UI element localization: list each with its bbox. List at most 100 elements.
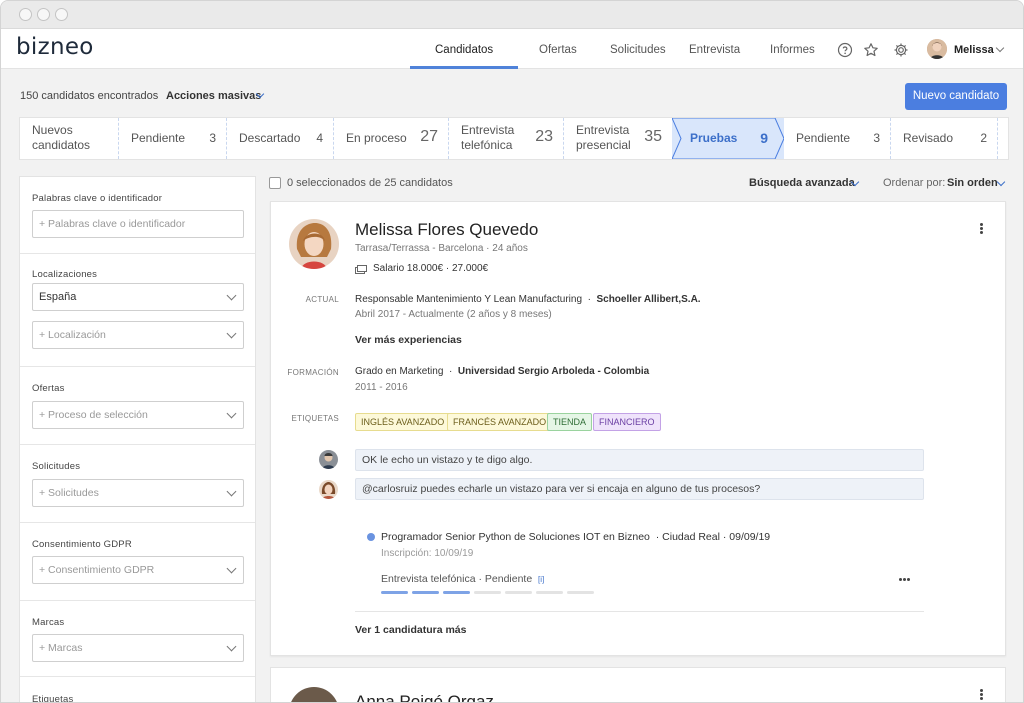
stage-count: 23 — [535, 128, 553, 145]
candidate-card[interactable]: Melissa Flores Quevedo Tarrasa/Terrassa … — [270, 201, 1006, 656]
application-title-row: Programador Senior Python de Soluciones … — [381, 531, 770, 543]
application-title[interactable]: Programador Senior Python de Soluciones … — [381, 531, 650, 543]
current-label: ACTUAL — [305, 295, 339, 304]
nav-informes[interactable]: Informes — [770, 44, 815, 56]
gdpr-select[interactable]: + Consentimiento GDPR — [32, 556, 244, 584]
stage-label: Pendiente — [131, 131, 186, 145]
chevron-down-icon — [996, 177, 1006, 187]
nav-ofertas[interactable]: Ofertas — [539, 44, 577, 56]
commenter-avatar — [319, 480, 338, 499]
card-menu-icon — [980, 231, 983, 234]
info-badge[interactable]: [i] — [538, 575, 544, 584]
university: Universidad Sergio Arboleda - Colombia — [457, 366, 650, 377]
location-value: España — [39, 291, 77, 303]
more-experience-link[interactable]: Ver más experiencias — [355, 334, 462, 346]
progress-segment — [505, 591, 532, 594]
stage-pruebas[interactable]: Pruebas 9 — [672, 118, 784, 159]
advanced-search-link[interactable]: Búsqueda avanzada — [749, 177, 855, 189]
user-menu-chevron-icon[interactable] — [995, 43, 1005, 53]
location-select[interactable]: España — [32, 283, 244, 311]
tag-tienda[interactable]: TIENDA — [547, 413, 593, 431]
stage-label: Revisado — [903, 131, 954, 145]
stage-entrevista-presencial[interactable]: Entrevista presencial 35 — [564, 118, 672, 159]
bulk-actions-link[interactable]: Acciones masivas — [166, 90, 261, 102]
card-menu-icon[interactable] — [980, 689, 983, 692]
nav-entrevista[interactable]: Entrevista — [689, 44, 740, 56]
stage-label: Pendiente — [796, 131, 851, 145]
stage-pendiente[interactable]: Pendiente 3 — [119, 118, 227, 159]
candidate-card-2[interactable]: Anna Poigó Orgaz — [270, 667, 1006, 702]
candidate-avatar[interactable] — [289, 219, 339, 269]
browser-window: bizneo Candidatos Ofertas Solicitudes En… — [0, 0, 1024, 703]
candidate-salary: Salario 18.000€ · 27.000€ — [373, 263, 489, 274]
comment: OK le echo un vistazo y te digo algo. — [355, 449, 924, 471]
tag-ingles[interactable]: INGLÉS AVANZADO — [355, 413, 451, 431]
brands-select[interactable]: + Marcas — [32, 634, 244, 662]
more-applications-link[interactable]: Ver 1 candidatura más — [355, 624, 466, 636]
chevron-down-icon — [226, 486, 237, 497]
current-job: Responsable Mantenimiento Y Lean Manufac… — [355, 294, 701, 305]
select-all-checkbox[interactable] — [269, 177, 281, 189]
filter-locations: Localizaciones España + Localización — [20, 254, 255, 367]
application-stage: Entrevista telefónica · Pendiente — [381, 573, 533, 585]
filter-label: Palabras clave o identificador — [32, 193, 163, 204]
nav-solicitudes[interactable]: Solicitudes — [610, 44, 666, 56]
chevron-down-icon — [226, 328, 237, 339]
filter-label: Localizaciones — [32, 269, 98, 280]
results-toolbar: 150 candidatos encontrados Acciones masi… — [1, 69, 1023, 117]
tag-frances[interactable]: FRANCÉS AVANZADO — [447, 413, 553, 431]
stage-nuevos[interactable]: Nuevos candidatos — [20, 118, 119, 159]
stage-descartado[interactable]: Descartado 4 — [227, 118, 334, 159]
stage-count: 35 — [644, 128, 662, 145]
location-add-select[interactable]: + Localización — [32, 321, 244, 349]
tag-financiero[interactable]: FINANCIERO — [593, 413, 661, 431]
stage-count: 3 — [873, 131, 880, 145]
candidate-avatar[interactable] — [289, 687, 339, 702]
progress-segment — [381, 591, 408, 594]
stage-label: Entrevista telefónica — [461, 123, 515, 152]
location-placeholder: + Localización — [39, 329, 106, 341]
requests-select[interactable]: + Solicitudes — [32, 479, 244, 507]
sort-label: Ordenar por: — [883, 177, 946, 189]
filter-brands: Marcas + Marcas — [20, 601, 255, 677]
stage-pendiente-2[interactable]: Pendiente 3 — [784, 118, 891, 159]
stage-entrevista-telefonica[interactable]: Entrevista telefónica 23 — [449, 118, 564, 159]
nav-candidatos[interactable]: Candidatos — [435, 44, 493, 56]
top-navbar: bizneo Candidatos Ofertas Solicitudes En… — [1, 29, 1023, 69]
gear-icon[interactable] — [893, 42, 909, 58]
stage-label: En proceso — [346, 131, 407, 145]
help-icon[interactable] — [837, 42, 853, 58]
pipeline-stages: Nuevos candidatos Pendiente 3 Descartado… — [19, 117, 1009, 160]
window-maximize-dot[interactable] — [55, 8, 68, 21]
progress-segment — [443, 591, 470, 594]
stage-revisado[interactable]: Revisado 2 — [891, 118, 998, 159]
offers-select[interactable]: + Proceso de selección — [32, 401, 244, 429]
user-avatar[interactable] — [927, 39, 947, 59]
star-icon[interactable] — [863, 42, 879, 58]
sort-select[interactable]: Sin orden — [947, 177, 998, 189]
window-close-dot[interactable] — [19, 8, 32, 21]
card-menu-icon — [980, 227, 983, 230]
keywords-input[interactable]: + Palabras clave o identificador — [32, 210, 244, 238]
commenter-avatar — [319, 450, 338, 469]
filter-label: Ofertas — [32, 383, 65, 394]
stage-en-proceso[interactable]: En proceso 27 — [334, 118, 449, 159]
bizneo-logo[interactable]: bizneo — [16, 34, 94, 60]
filter-requests: Solicitudes + Solicitudes — [20, 445, 255, 523]
selected-count: 0 seleccionados de 25 candidatos — [287, 177, 453, 189]
window-minimize-dot[interactable] — [37, 8, 50, 21]
application-stage-row: Entrevista telefónica · Pendiente [i] — [381, 573, 544, 585]
filters-panel: Palabras clave o identificador + Palabra… — [19, 176, 256, 702]
candidate-name[interactable]: Melissa Flores Quevedo — [355, 220, 538, 240]
new-candidate-button[interactable]: Nuevo candidato — [905, 83, 1007, 110]
candidate-name[interactable]: Anna Poigó Orgaz — [355, 692, 494, 702]
card-menu-icon[interactable] — [980, 223, 983, 226]
job-company: Schoeller Allibert,S.A. — [596, 294, 701, 305]
degree: Grado en Marketing — [355, 366, 444, 377]
stage-count: 2 — [980, 131, 987, 145]
chevron-down-icon — [226, 408, 237, 419]
job-title: Responsable Mantenimiento Y Lean Manufac… — [355, 294, 583, 305]
user-name[interactable]: Melissa — [954, 44, 994, 56]
more-icon[interactable] — [899, 578, 902, 581]
comment: @carlosruiz puedes echarle un vistazo pa… — [355, 478, 924, 500]
